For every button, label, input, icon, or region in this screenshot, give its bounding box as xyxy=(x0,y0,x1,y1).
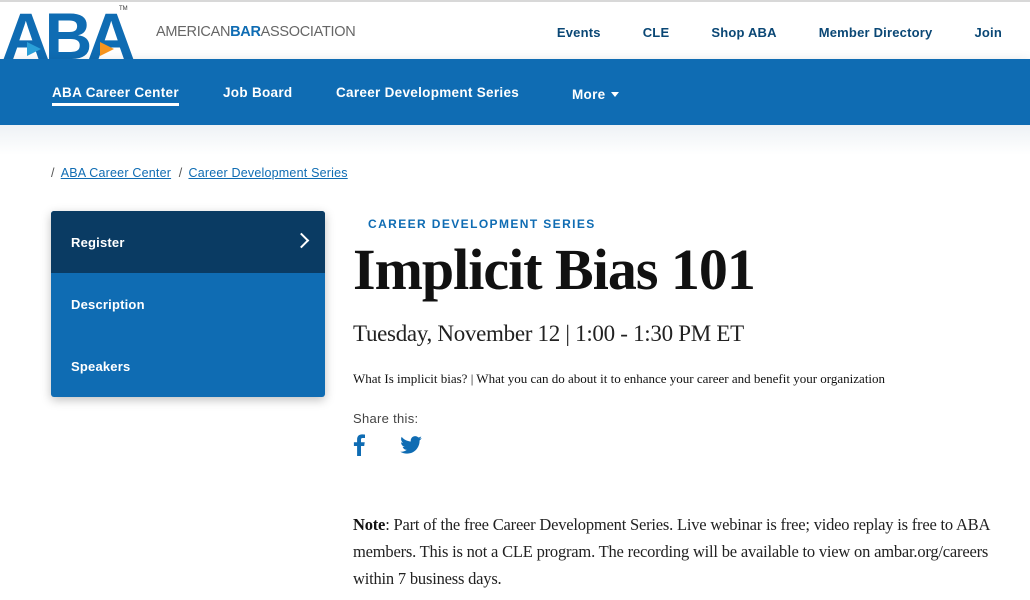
caret-down-icon xyxy=(611,92,620,97)
side-menu: Register Description Speakers xyxy=(51,211,325,397)
event-note: Note: Part of the free Career Developmen… xyxy=(353,511,1013,592)
side-menu-label: Register xyxy=(71,234,125,250)
aba-logo[interactable]: ABA xyxy=(0,4,134,61)
side-menu-label: Description xyxy=(71,296,145,312)
series-kicker: CAREER DEVELOPMENT SERIES xyxy=(368,217,596,231)
page-title: Implicit Bias 101 xyxy=(353,237,756,302)
chevron-right-icon xyxy=(293,232,310,249)
topnav-member-directory[interactable]: Member Directory xyxy=(819,25,933,40)
facebook-icon[interactable] xyxy=(353,434,365,456)
nav-aba-career-center[interactable]: ABA Career Center xyxy=(52,85,179,106)
topnav-join[interactable]: Join xyxy=(974,25,1002,40)
breadcrumb-aba-career-center[interactable]: ABA Career Center xyxy=(61,166,171,180)
top-header: ABA TM AMERICANBARASSOCIATION Events CLE… xyxy=(0,0,1030,61)
side-menu-description[interactable]: Description xyxy=(51,273,325,335)
topnav-shop-aba[interactable]: Shop ABA xyxy=(711,25,776,40)
nav-job-board[interactable]: Job Board xyxy=(223,85,292,100)
nav-more-label: More xyxy=(572,87,606,102)
event-tagline: What Is implicit bias? | What you can do… xyxy=(353,371,886,386)
breadcrumb: / ABA Career Center / Career Development S… xyxy=(51,166,352,180)
side-menu-label: Speakers xyxy=(71,358,131,374)
topnav-cle[interactable]: CLE xyxy=(643,25,670,40)
section-nav: ABA Career Center Job Board Career Devel… xyxy=(0,59,1030,125)
topnav-events[interactable]: Events xyxy=(557,25,601,40)
trademark-label: TM xyxy=(119,6,128,12)
twitter-icon[interactable] xyxy=(400,436,422,454)
breadcrumb-separator: / xyxy=(51,166,55,180)
event-datetime: Tuesday, November 12 | 1:00 - 1:30 PM ET xyxy=(353,321,744,346)
utility-nav: Events CLE Shop ABA Member Directory Joi… xyxy=(557,25,1002,40)
nav-career-development-series[interactable]: Career Development Series xyxy=(336,85,519,100)
breadcrumb-separator: / xyxy=(178,166,183,180)
side-menu-speakers[interactable]: Speakers xyxy=(51,335,325,397)
breadcrumb-career-development-series[interactable]: Career Development Series xyxy=(188,166,347,180)
aba-wordmark[interactable]: AMERICANBARASSOCIATION xyxy=(156,24,356,40)
note-label: Note xyxy=(353,515,386,534)
note-text: : Part of the free Career Development Se… xyxy=(353,515,990,588)
share-label: Share this: xyxy=(353,411,419,426)
svg-text:ABA: ABA xyxy=(2,4,133,61)
side-menu-register[interactable]: Register xyxy=(51,211,325,273)
nav-more-dropdown[interactable]: More xyxy=(572,87,620,102)
